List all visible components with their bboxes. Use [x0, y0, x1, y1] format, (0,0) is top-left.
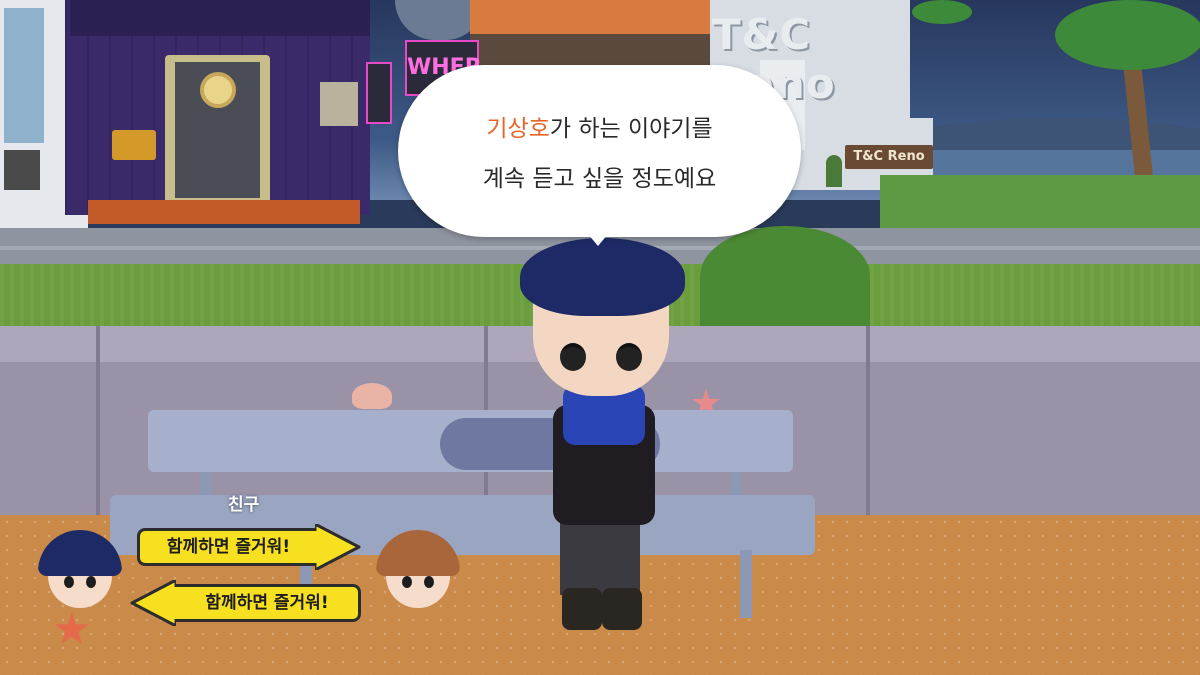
- friend-avatar-icon[interactable]: [376, 530, 460, 614]
- grass-bush: [700, 226, 870, 326]
- friend-label: 친구: [228, 495, 260, 515]
- tc-reno-sign-small: T&C Reno: [845, 145, 933, 169]
- character-eye: [560, 343, 586, 371]
- arrow-right-label: 함께하면 즐거워!: [137, 528, 317, 566]
- seashell: [352, 383, 392, 409]
- arrow-left-icon: [130, 580, 176, 626]
- house-window: [320, 82, 358, 126]
- game-scene: WHER T&C Reno T&C Reno ★ ★ 기상호가 하는 이야기를 …: [0, 0, 1200, 675]
- neon-sign-small: [366, 62, 392, 124]
- character-shoe: [562, 588, 602, 630]
- player-avatar-icon[interactable]: [38, 530, 122, 614]
- door-porthole: [200, 72, 236, 108]
- starfish-icon: ★: [52, 604, 92, 655]
- potted-plant: [826, 155, 842, 187]
- porch-steps: [88, 200, 360, 224]
- dialogue-line-2: 계속 듣고 싶을 정도예요: [482, 166, 717, 192]
- character-shoe: [602, 588, 642, 630]
- character-legs: [560, 515, 640, 595]
- speech-bubble[interactable]: 기상호가 하는 이야기를 계속 듣고 싶을 정도예요: [398, 65, 801, 237]
- speech-bubble-tail: [588, 234, 608, 246]
- palm-tree-leaves: [1055, 0, 1200, 70]
- mailbox: [112, 130, 156, 160]
- friend-request-send-button[interactable]: 함께하면 즐거워!: [137, 524, 369, 570]
- speaker-name: 기상호: [486, 116, 550, 142]
- back-lawn: [880, 175, 1200, 235]
- arrow-left-label: 함께하면 즐거워!: [176, 584, 361, 622]
- dialogue-line-1: 기상호가 하는 이야기를: [398, 109, 801, 143]
- dialogue-line-1-text: 가 하는 이야기를: [549, 116, 713, 142]
- tc-reno-sign-large: T&C Reno: [712, 10, 836, 108]
- character-eye: [616, 343, 642, 371]
- character-hair[interactable]: [520, 238, 685, 316]
- bench-leg: [740, 550, 752, 618]
- arrow-right-icon: [315, 524, 361, 570]
- friend-request-receive-button[interactable]: 함께하면 즐거워!: [130, 580, 362, 626]
